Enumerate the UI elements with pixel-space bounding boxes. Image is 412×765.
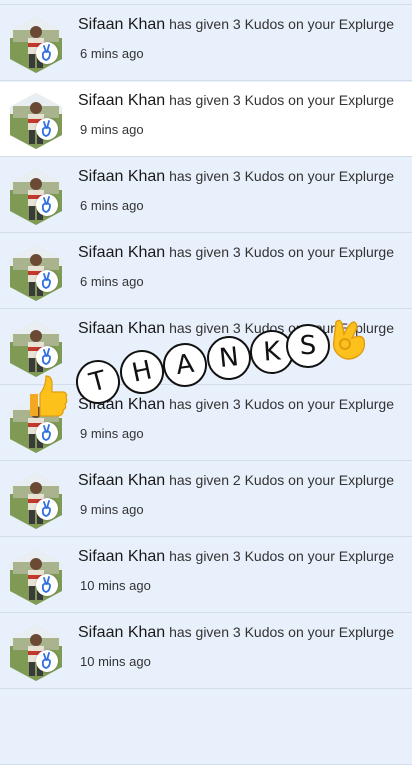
timestamp: 9 mins ago bbox=[80, 502, 144, 517]
notification-text: Sifaan Khan has given 3 Kudos on your Ex… bbox=[78, 624, 408, 642]
notification-message: has given 3 Kudos on your Explurge bbox=[169, 548, 395, 564]
notification-row[interactable]: Sifaan Khan has given 3 Kudos on your Ex… bbox=[0, 538, 412, 613]
notification-row[interactable]: Sifaan Khan has given 3 Kudos on your Ex… bbox=[0, 82, 412, 157]
kudos-hand-icon bbox=[36, 498, 58, 520]
timestamp: 10 mins ago bbox=[80, 654, 151, 669]
kudos-hand-icon bbox=[36, 194, 58, 216]
notification-message: has given 3 Kudos on your Explurge bbox=[169, 320, 395, 336]
notification-message: has given 2 Kudos on your Explurge bbox=[169, 472, 395, 488]
user-name[interactable]: Sifaan Khan bbox=[78, 16, 165, 33]
user-name[interactable]: Sifaan Khan bbox=[78, 92, 165, 109]
notification-row-partial[interactable] bbox=[0, 690, 412, 765]
user-name[interactable]: Sifaan Khan bbox=[78, 320, 165, 337]
notification-message: has given 3 Kudos on your Explurge bbox=[169, 396, 395, 412]
user-name[interactable]: Sifaan Khan bbox=[78, 548, 165, 565]
kudos-hand-icon bbox=[36, 346, 58, 368]
kudos-hand-icon bbox=[36, 650, 58, 672]
notification-row[interactable]: Sifaan Khan has given 3 Kudos on your Ex… bbox=[0, 310, 412, 385]
notification-text: Sifaan Khan has given 3 Kudos on your Ex… bbox=[78, 244, 408, 262]
notification-row[interactable]: Sifaan Khan has given 3 Kudos on your Ex… bbox=[0, 158, 412, 233]
user-name[interactable]: Sifaan Khan bbox=[78, 168, 165, 185]
user-name[interactable]: Sifaan Khan bbox=[78, 624, 165, 641]
notification-row[interactable]: Sifaan Khan has given 3 Kudos on your Ex… bbox=[0, 386, 412, 461]
user-name[interactable]: Sifaan Khan bbox=[78, 244, 165, 261]
notification-message: has given 3 Kudos on your Explurge bbox=[169, 168, 395, 184]
timestamp: 6 mins ago bbox=[80, 198, 144, 213]
kudos-hand-icon bbox=[36, 270, 58, 292]
timestamp: 9 mins ago bbox=[80, 426, 144, 441]
timestamp: 6 mins ago bbox=[80, 274, 144, 289]
timestamp: 9 mins ago bbox=[80, 122, 144, 137]
notification-text: Sifaan Khan has given 3 Kudos on your Ex… bbox=[78, 16, 408, 34]
kudos-hand-icon bbox=[36, 118, 58, 140]
notification-text: Sifaan Khan has given 3 Kudos on your Ex… bbox=[78, 548, 408, 566]
kudos-hand-icon bbox=[36, 422, 58, 444]
notification-text: Sifaan Khan has given 2 Kudos on your Ex… bbox=[78, 472, 408, 490]
notification-message: has given 3 Kudos on your Explurge bbox=[169, 244, 395, 260]
kudos-hand-icon bbox=[36, 42, 58, 64]
kudos-hand-icon bbox=[36, 574, 58, 596]
timestamp: 6 mins ago bbox=[80, 46, 144, 61]
notification-text: Sifaan Khan has given 3 Kudos on your Ex… bbox=[78, 168, 408, 186]
notification-row-partial[interactable] bbox=[0, 0, 412, 5]
user-name[interactable]: Sifaan Khan bbox=[78, 472, 165, 489]
notification-row[interactable]: Sifaan Khan has given 3 Kudos on your Ex… bbox=[0, 234, 412, 309]
notification-row[interactable]: Sifaan Khan has given 3 Kudos on your Ex… bbox=[0, 614, 412, 689]
notification-message: has given 3 Kudos on your Explurge bbox=[169, 16, 395, 32]
notification-message: has given 3 Kudos on your Explurge bbox=[169, 92, 395, 108]
user-name[interactable]: Sifaan Khan bbox=[78, 396, 165, 413]
notification-text: Sifaan Khan has given 3 Kudos on your Ex… bbox=[78, 92, 408, 110]
notification-text: Sifaan Khan has given 3 Kudos on your Ex… bbox=[78, 320, 408, 338]
notification-text: Sifaan Khan has given 3 Kudos on your Ex… bbox=[78, 396, 408, 414]
timestamp: 10 mins ago bbox=[80, 578, 151, 593]
notification-row[interactable]: Sifaan Khan has given 3 Kudos on your Ex… bbox=[0, 6, 412, 81]
notification-message: has given 3 Kudos on your Explurge bbox=[169, 624, 395, 640]
notification-row[interactable]: Sifaan Khan has given 2 Kudos on your Ex… bbox=[0, 462, 412, 537]
